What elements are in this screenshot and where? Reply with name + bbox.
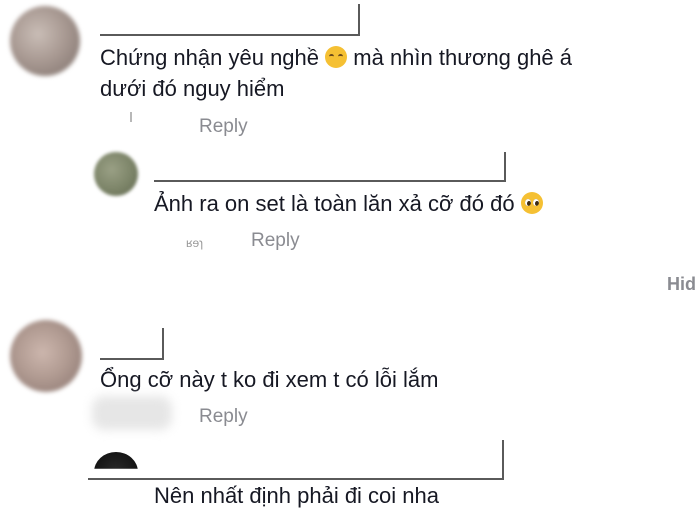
avatar[interactable] [94, 152, 138, 196]
redacted-username [100, 328, 164, 360]
reply-button[interactable]: Reply [199, 406, 248, 428]
redacted-area [92, 396, 172, 430]
hide-button[interactable]: Hid [667, 274, 696, 295]
comment-text-line: dưới đó nguy hiểm [100, 76, 285, 101]
comment-text: Ổng cỡ này t ko đi xem t có lỗi lắm [100, 367, 439, 392]
comment-text: Ảnh ra on set là toàn lăn xả cỡ đó đó [154, 188, 543, 219]
avatar[interactable] [10, 320, 82, 392]
comment-text-part: Chứng nhận yêu nghề [100, 45, 320, 70]
pleading-face-icon [520, 192, 543, 214]
faint-text: ʁɘɿ [186, 236, 204, 250]
reply-button[interactable]: Reply [251, 230, 300, 252]
comment-text-part: Ảnh ra on set là toàn lăn xả cỡ đó đó [154, 191, 515, 216]
avatar[interactable] [10, 6, 80, 76]
reply-button[interactable]: Reply [199, 116, 248, 138]
redacted-username [154, 152, 506, 182]
redacted-username [88, 440, 504, 480]
loudly-crying-face-icon [325, 46, 348, 68]
comment-text: Chứng nhận yêu nghề mà nhìn thương ghê á [100, 42, 572, 73]
comment-text-part: mà nhìn thương ghê á [353, 45, 573, 70]
comment-text: Nên nhất định phải đi coi nha [154, 483, 439, 508]
tick-mark [130, 112, 132, 122]
redacted-username [100, 4, 360, 36]
